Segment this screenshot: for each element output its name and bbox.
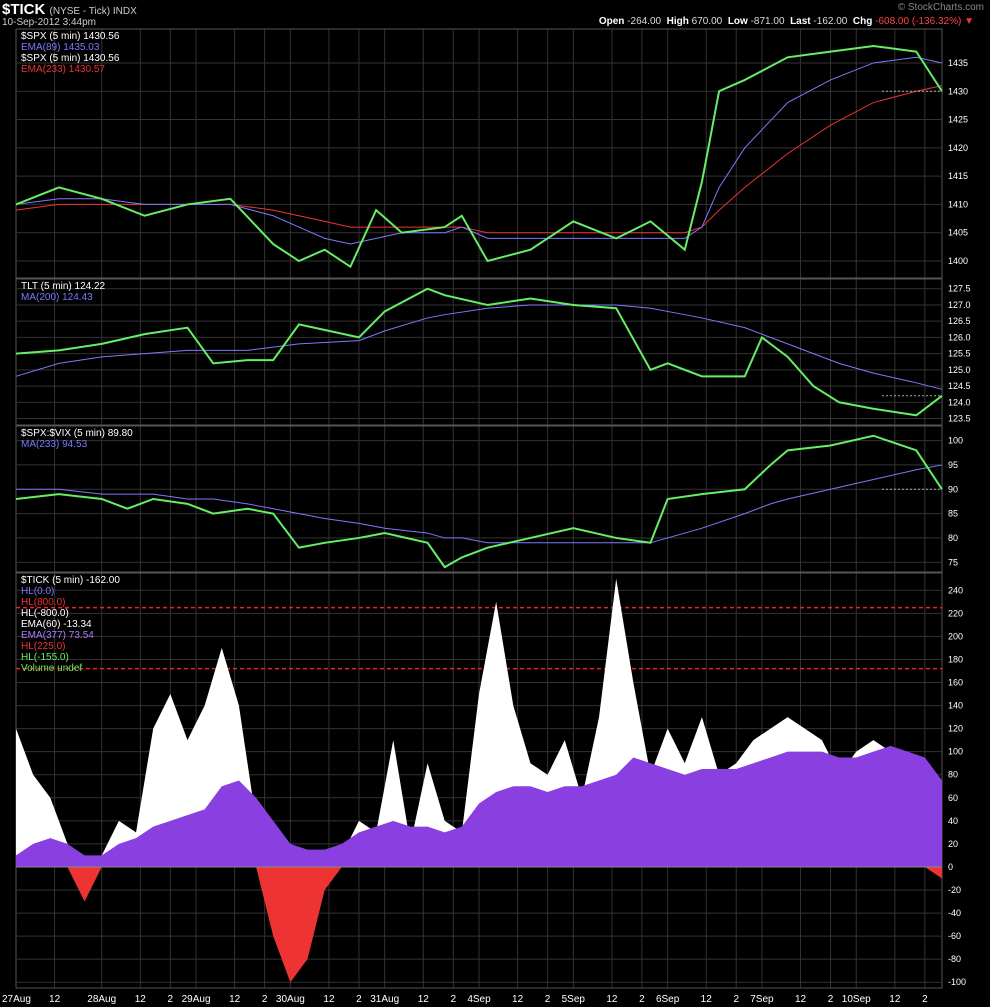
x-tick-label: 2 (168, 994, 174, 1005)
x-tick-label: 2 (733, 994, 739, 1005)
x-tick-label: 12 (795, 994, 807, 1005)
y-tick-label: 1425 (948, 115, 968, 125)
x-tick-label: 12 (229, 994, 241, 1005)
x-tick-label: 2 (545, 994, 551, 1005)
y-tick-label: 240 (948, 585, 963, 595)
y-tick-label: 1430 (948, 86, 968, 96)
y-tick-label: 100 (948, 436, 963, 446)
x-tick-label: 12 (49, 994, 61, 1005)
x-tick-label: 2 (356, 994, 362, 1005)
legend-entry: MA(233) 94.53 (21, 439, 88, 450)
y-tick-label: 124.0 (948, 397, 971, 407)
down-arrow-icon: ▼ (964, 16, 974, 27)
y-tick-label: 126.0 (948, 332, 971, 342)
y-tick-label: 1410 (948, 199, 968, 209)
legend-entry: HL(-155.0) (21, 652, 69, 663)
x-tick-label: 30Aug (276, 994, 305, 1005)
x-tick-label: 5Sep (562, 994, 586, 1005)
x-tick-label: 12 (418, 994, 430, 1005)
y-tick-label: 160 (948, 678, 963, 688)
legend-entry: TLT (5 min) 124.22 (21, 281, 106, 292)
x-tick-label: 2 (262, 994, 268, 1005)
legend-entry: $SPX:$VIX (5 min) 89.80 (21, 428, 133, 439)
y-tick-label: 140 (948, 701, 963, 711)
y-tick-label: 20 (948, 839, 958, 849)
y-tick-label: 1420 (948, 143, 968, 153)
y-tick-label: 85 (948, 509, 958, 519)
legend-entry: HL(0.0) (21, 586, 54, 597)
y-tick-label: 127.5 (948, 284, 971, 294)
x-tick-label: 12 (323, 994, 335, 1005)
x-tick-label: 4Sep (467, 994, 491, 1005)
y-tick-label: 125.0 (948, 365, 971, 375)
x-tick-label: 12 (889, 994, 901, 1005)
ohlc-readout: Open -264.00 High 670.00 Low -871.00 Las… (598, 16, 974, 27)
legend-entry: EMA(89) 1435.03 (21, 42, 100, 53)
y-tick-label: -40 (948, 908, 961, 918)
legend-entry: $SPX (5 min) 1430.56 (21, 31, 120, 42)
x-tick-label: 28Aug (87, 994, 116, 1005)
y-tick-label: 60 (948, 793, 958, 803)
y-tick-label: 80 (948, 533, 958, 543)
y-tick-label: 0 (948, 862, 953, 872)
y-tick-label: 90 (948, 484, 958, 494)
y-tick-label: -20 (948, 885, 961, 895)
x-tick-label: 2 (922, 994, 928, 1005)
x-tick-label: 7Sep (750, 994, 774, 1005)
y-tick-label: 1415 (948, 171, 968, 181)
legend-entry: HL(225.0) (21, 641, 65, 652)
x-tick-label: 6Sep (656, 994, 680, 1005)
y-tick-label: 126.5 (948, 316, 971, 326)
legend-entry: HL(800.0) (21, 597, 65, 608)
legend-entry: EMA(233) 1430.57 (21, 64, 105, 75)
legend-entry: EMA(377) 73.54 (21, 630, 94, 641)
y-tick-label: 123.5 (948, 414, 971, 424)
x-tick-label: 2 (828, 994, 834, 1005)
y-tick-label: 95 (948, 460, 958, 470)
y-tick-label: 127.0 (948, 300, 971, 310)
ticker-title: $TICK (NYSE - Tick) INDX (2, 1, 137, 18)
x-tick-label: 29Aug (182, 994, 211, 1005)
chart-canvas: 14001405141014151420142514301435$SPX (5 … (2, 28, 971, 1005)
y-tick-label: -80 (948, 954, 961, 964)
y-tick-label: 100 (948, 747, 963, 757)
watermark: © StockCharts.com (897, 2, 984, 13)
y-tick-label: 220 (948, 608, 963, 618)
y-tick-label: 120 (948, 724, 963, 734)
y-tick-label: 125.5 (948, 349, 971, 359)
legend-entry: HL(-800.0) (21, 608, 69, 619)
x-tick-label: 10Sep (842, 994, 871, 1005)
y-tick-label: 40 (948, 816, 958, 826)
y-tick-label: 200 (948, 631, 963, 641)
y-tick-label: 1400 (948, 256, 968, 266)
y-tick-label: 124.5 (948, 381, 971, 391)
legend-entry: Volume undef (21, 663, 82, 674)
chart-datetime: 10-Sep-2012 3:44pm (2, 17, 96, 28)
y-tick-label: 1405 (948, 228, 968, 238)
x-tick-label: 31Aug (370, 994, 399, 1005)
x-tick-label: 2 (450, 994, 456, 1005)
y-tick-label: 180 (948, 654, 963, 664)
y-tick-label: -100 (948, 977, 966, 987)
legend-entry: MA(200) 124.43 (21, 292, 93, 303)
legend-entry: EMA(60) -13.34 (21, 619, 92, 630)
x-tick-label: 12 (135, 994, 147, 1005)
y-tick-label: -60 (948, 931, 961, 941)
legend-entry: $SPX (5 min) 1430.56 (21, 53, 120, 64)
y-tick-label: 80 (948, 770, 958, 780)
x-tick-label: 12 (512, 994, 524, 1005)
x-tick-label: 12 (606, 994, 618, 1005)
y-tick-label: 1435 (948, 58, 968, 68)
x-tick-label: 27Aug (2, 994, 31, 1005)
y-tick-label: 75 (948, 557, 958, 567)
x-tick-label: 2 (639, 994, 645, 1005)
x-tick-label: 12 (701, 994, 713, 1005)
legend-entry: $TICK (5 min) -162.00 (21, 575, 120, 586)
